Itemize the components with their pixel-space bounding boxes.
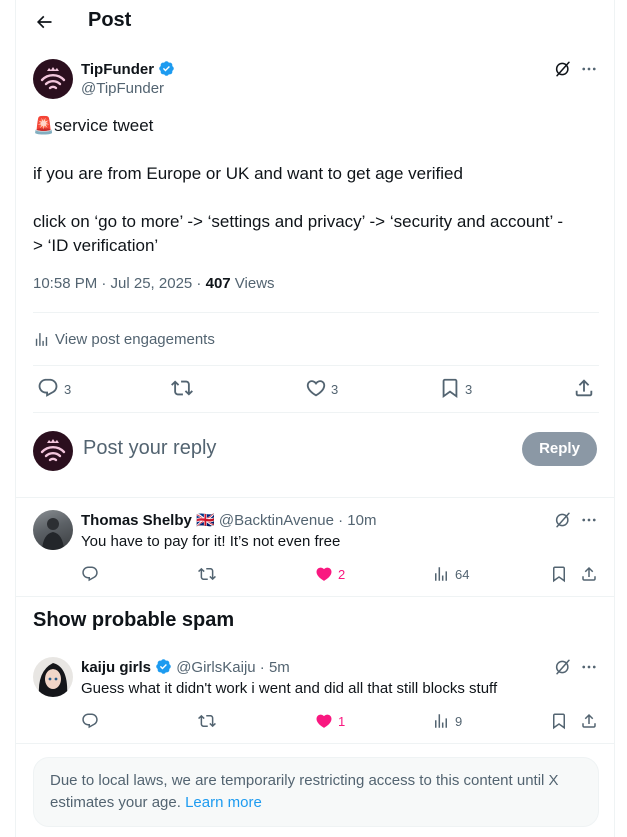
repost-icon[interactable] (198, 712, 216, 730)
siren-emoji: 🚨 (33, 116, 55, 135)
reply-author-handle[interactable]: @GirlsKaiju (176, 659, 255, 676)
reply-author-name[interactable]: kaiju girls (81, 659, 151, 676)
views-count: 9 (455, 714, 463, 729)
anime-avatar-icon (38, 663, 68, 697)
back-arrow-icon[interactable] (34, 12, 54, 32)
views-icon[interactable] (432, 565, 450, 583)
post-line-3a: click on ‘go to more’ -> ‘settings and p… (33, 212, 564, 231)
divider (33, 412, 599, 413)
more-icon[interactable] (580, 658, 598, 676)
reply-author-name[interactable]: Thomas Shelby (81, 512, 192, 529)
reply-header: kaiju girls @GirlsKaiju · 5m (81, 658, 290, 679)
share-icon[interactable] (580, 565, 598, 583)
avatar[interactable] (33, 510, 73, 550)
author-name[interactable]: TipFunder (81, 61, 154, 78)
uk-flag-emoji: 🇬🇧 (196, 512, 215, 529)
reply-icon[interactable] (81, 565, 99, 583)
reply-text: You have to pay for it! It’s not even fr… (81, 533, 341, 550)
notice-text: Due to local laws, we are temporarily re… (50, 772, 559, 811)
main-column: Post TipFunder @TipFunder 🚨service tweet… (15, 0, 615, 837)
person-photo-icon (42, 518, 64, 550)
more-icon[interactable] (580, 511, 598, 529)
tipfunder-logo-icon (40, 439, 66, 462)
bookmark-icon[interactable] (550, 712, 568, 730)
post-line-1: 🚨service tweet (33, 116, 154, 135)
bookmark-count: 3 (465, 382, 473, 397)
age-restriction-notice: Due to local laws, we are temporarily re… (33, 757, 599, 827)
tipfunder-logo-icon (40, 67, 66, 90)
liked-heart-icon[interactable] (315, 712, 333, 730)
reply-input[interactable]: Post your reply (83, 437, 216, 460)
repost-icon[interactable] (171, 377, 193, 399)
reply-count: 3 (64, 382, 72, 397)
like-count: 1 (338, 714, 346, 729)
grok-icon[interactable] (554, 511, 572, 529)
author-name-row[interactable]: TipFunder (81, 60, 175, 81)
share-icon[interactable] (573, 377, 595, 399)
divider (33, 365, 599, 366)
views-label: Views (230, 275, 275, 292)
avatar[interactable] (33, 59, 73, 99)
verified-badge-icon (155, 658, 172, 679)
like-count: 3 (331, 382, 339, 397)
avatar[interactable] (33, 657, 73, 697)
learn-more-link[interactable]: Learn more (185, 794, 262, 811)
divider (16, 497, 614, 498)
divider (16, 743, 614, 744)
post-line-2: if you are from Europe or UK and want to… (33, 164, 463, 183)
reply-text: Guess what it didn't work i went and did… (81, 680, 498, 697)
engagements-icon[interactable] (33, 331, 50, 348)
author-handle[interactable]: @TipFunder (81, 80, 164, 97)
divider (16, 596, 614, 597)
post-time[interactable]: 10:58 PM · Jul 25, 2025 · (33, 275, 206, 292)
reply-time[interactable]: · 10m (338, 512, 376, 529)
reply-icon[interactable] (37, 377, 59, 399)
like-count: 2 (338, 567, 346, 582)
reply-button[interactable]: Reply (522, 432, 597, 466)
reply-header: Thomas Shelby 🇬🇧 @BacktinAvenue · 10m (81, 511, 376, 529)
show-probable-spam-heading[interactable]: Show probable spam (33, 609, 234, 632)
avatar[interactable] (33, 431, 73, 471)
verified-badge-icon (158, 60, 175, 81)
repost-icon[interactable] (198, 565, 216, 583)
like-icon[interactable] (305, 377, 327, 399)
views-icon[interactable] (432, 712, 450, 730)
divider (33, 312, 599, 313)
view-engagements-link[interactable]: View post engagements (55, 331, 215, 348)
liked-heart-icon[interactable] (315, 565, 333, 583)
reply-time[interactable]: · 5m (260, 659, 290, 676)
share-icon[interactable] (580, 712, 598, 730)
grok-icon[interactable] (554, 60, 572, 78)
bookmark-icon[interactable] (550, 565, 568, 583)
more-icon[interactable] (580, 60, 598, 78)
reply-icon[interactable] (81, 712, 99, 730)
post-timestamp: 10:58 PM · Jul 25, 2025 · 407 Views (33, 275, 275, 292)
page-title: Post (88, 9, 132, 31)
grok-icon[interactable] (554, 658, 572, 676)
reply-author-handle[interactable]: @BacktinAvenue (219, 512, 334, 529)
views-count: 407 (205, 275, 231, 292)
bookmark-icon[interactable] (439, 377, 461, 399)
post-line-3b: > ‘ID verification’ (33, 236, 159, 255)
views-count: 64 (455, 567, 470, 582)
